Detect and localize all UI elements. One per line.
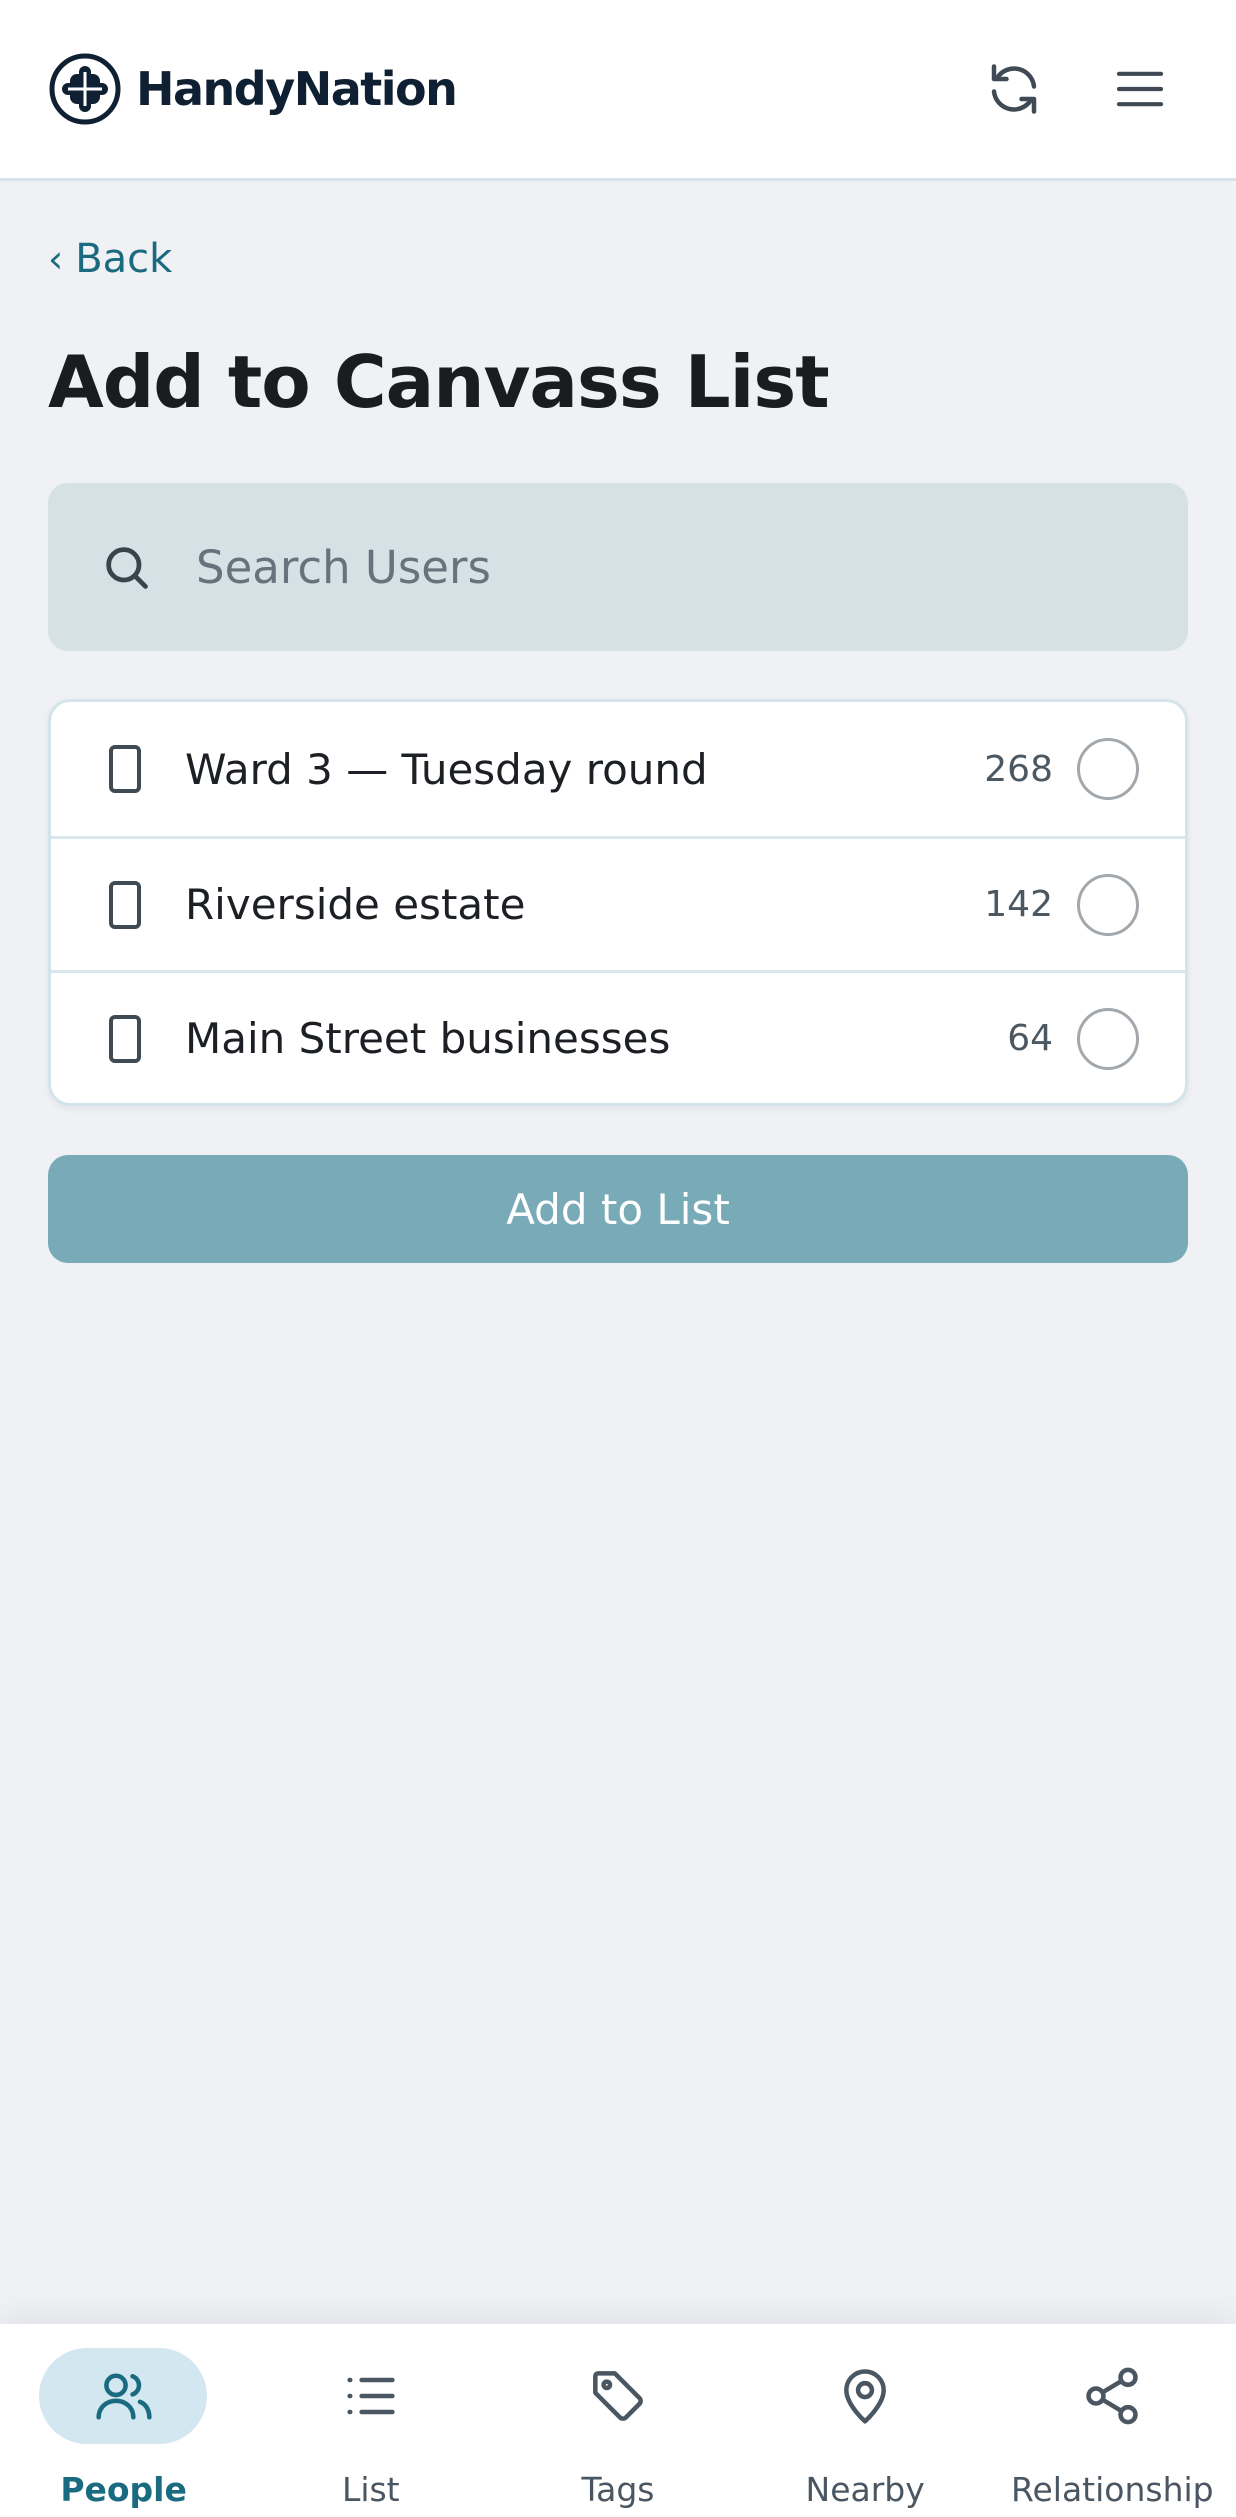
search-input[interactable] xyxy=(196,540,1096,594)
clipboard-icon xyxy=(109,1014,141,1063)
clipboard-icon xyxy=(109,880,141,929)
nav-item-list[interactable]: List xyxy=(247,2324,494,2517)
nav-label: Relationship xyxy=(1011,2470,1214,2509)
back-link[interactable]: ‹ Back xyxy=(48,236,172,282)
handynation-logo-icon xyxy=(49,53,121,125)
nav-item-tags[interactable]: Tags xyxy=(494,2324,741,2517)
nav-item-nearby[interactable]: Nearby xyxy=(742,2324,989,2517)
search-icon xyxy=(106,547,148,589)
list-item-radio[interactable] xyxy=(1077,738,1139,800)
nav-label: Tags xyxy=(581,2470,655,2509)
add-to-list-button[interactable]: Add to List xyxy=(48,1155,1188,1263)
list-item-label: Ward 3 — Tuesday round xyxy=(185,744,708,794)
list-item-count: 64 xyxy=(1007,1018,1053,1059)
nav-label: People xyxy=(60,2470,187,2509)
back-label: Back xyxy=(75,236,173,282)
list-item-label: Main Street businesses xyxy=(185,1014,671,1063)
list-item[interactable]: Ward 3 — Tuesday round 268 xyxy=(51,702,1185,836)
tag-icon xyxy=(593,2371,643,2421)
menu-button[interactable] xyxy=(1092,41,1188,137)
canvass-list-options: Ward 3 — Tuesday round 268 Riverside est… xyxy=(48,699,1188,1106)
brand-name: HandyNation xyxy=(136,62,458,116)
list-icon xyxy=(347,2377,395,2415)
clipboard-icon xyxy=(109,745,141,793)
nav-item-relationship[interactable]: Relationship xyxy=(989,2324,1236,2517)
nav-label: Nearby xyxy=(805,2470,925,2509)
chevron-left-icon: ‹ xyxy=(48,237,64,281)
share-nodes-icon xyxy=(1086,2367,1139,2425)
location-pin-icon xyxy=(844,2369,887,2424)
list-item-radio[interactable] xyxy=(1077,1007,1139,1070)
brand[interactable]: HandyNation xyxy=(48,52,458,126)
nav-item-people[interactable]: People xyxy=(0,2324,247,2517)
list-item-radio[interactable] xyxy=(1077,873,1139,936)
bottom-navigation: People List Tags Nearby Relationship xyxy=(0,2324,1236,2517)
list-item-count: 142 xyxy=(984,884,1053,925)
refresh-button[interactable] xyxy=(966,41,1062,137)
app-header: HandyNation xyxy=(0,0,1236,181)
page-title: Add to Canvass List xyxy=(48,340,830,424)
nav-label: List xyxy=(341,2470,400,2509)
search-bar[interactable] xyxy=(48,483,1188,651)
list-item-label: Riverside estate xyxy=(185,880,526,929)
people-icon xyxy=(95,2373,152,2420)
list-item[interactable]: Main Street businesses 64 xyxy=(51,970,1185,1103)
list-item[interactable]: Riverside estate 142 xyxy=(51,836,1185,970)
header-actions xyxy=(966,41,1188,137)
hamburger-menu-icon xyxy=(1116,71,1164,107)
list-item-count: 268 xyxy=(984,748,1053,790)
refresh-icon xyxy=(991,64,1037,114)
